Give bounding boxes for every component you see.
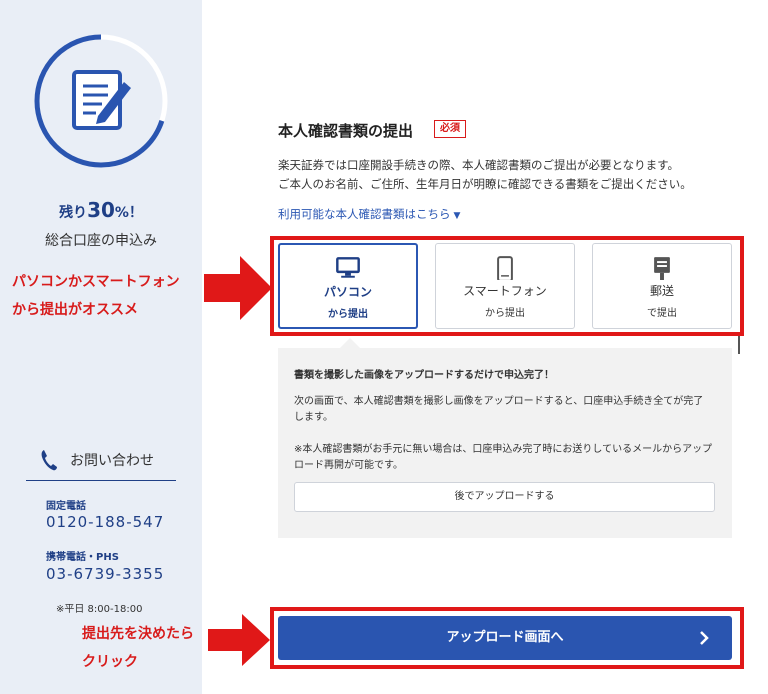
mobile-number[interactable]: 03-6739-3355 xyxy=(46,565,164,583)
available-docs-link[interactable]: 利用可能な本人確認書類はこちら ▼ xyxy=(278,206,460,222)
required-badge: 必須 xyxy=(434,120,466,138)
progress-remaining: 残り30%！ xyxy=(59,198,143,222)
chevron-down-icon: ▼ xyxy=(453,211,461,221)
panel-text: 次の画面で、本人確認書類を撮影し画像をアップロードすると、口座申込手続き全てが完… xyxy=(294,396,704,423)
panel-note: ※本人確認書類がお手元に無い場合は、口座申込み完了時にお送りしているメールからア… xyxy=(294,444,713,471)
mobile-label: 携帯電話・PHS xyxy=(46,552,119,563)
smartphone-icon xyxy=(497,256,513,280)
chevron-right-icon xyxy=(700,631,709,645)
go-to-upload-button[interactable]: アップロード画面へ xyxy=(278,616,732,660)
annotation-arrow-icon xyxy=(204,256,272,320)
monitor-icon xyxy=(336,257,360,278)
click-annotation: 提出先を決めたら クリック xyxy=(82,626,194,670)
document-edit-icon xyxy=(72,70,131,130)
option-smartphone[interactable]: スマートフォン から提出 xyxy=(435,243,575,329)
panel-pointer xyxy=(340,338,360,348)
recommend-annotation: パソコンかスマートフォン から提出がオススメ xyxy=(12,274,180,318)
option-mail[interactable]: 郵送 で提出 xyxy=(592,243,732,329)
application-type: 総合口座の申込み xyxy=(45,233,157,249)
annotation-arrow-icon xyxy=(208,614,270,666)
landline-number[interactable]: 0120-188-547 xyxy=(46,513,164,531)
upload-info-panel: 書類を撮影した画像をアップロードするだけで申込完了！ 次の画面で、本人確認書類を… xyxy=(278,338,732,538)
page-title: 本人確認書類の提出 xyxy=(278,122,414,140)
phone-icon xyxy=(41,450,57,471)
scroll-indicator xyxy=(738,336,740,354)
landline-label: 固定電話 xyxy=(46,501,86,512)
option-pc[interactable]: パソコン から提出 xyxy=(278,243,418,329)
mailbox-icon xyxy=(654,257,670,280)
sidebar: 残り30%！ 総合口座の申込み お問い合わせ 固定電話 0120-188-547… xyxy=(0,0,202,694)
upload-later-button[interactable]: 後でアップロードする xyxy=(294,482,715,512)
business-hours: ※平日 8:00-18:00 xyxy=(56,604,143,615)
description: 楽天証券では口座開設手続きの際、本人確認書類のご提出が必要となります。 ご本人の… xyxy=(278,158,692,191)
contact-header: お問い合わせ xyxy=(26,447,176,481)
panel-heading: 書類を撮影した画像をアップロードするだけで申込完了！ xyxy=(294,370,554,381)
